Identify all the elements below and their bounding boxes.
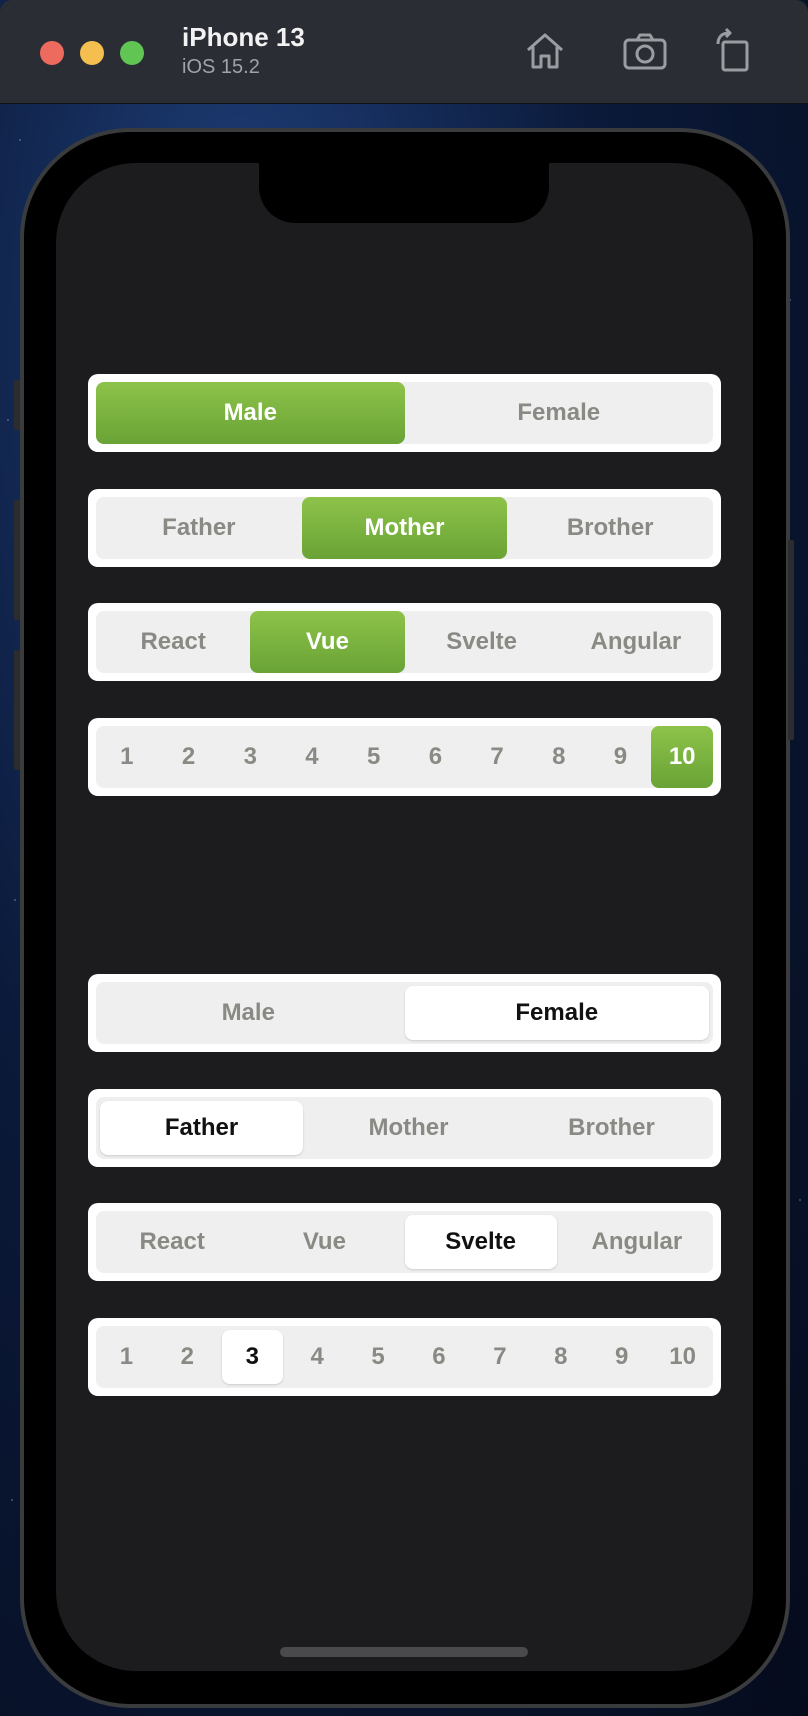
rotate-icon[interactable] bbox=[710, 26, 760, 76]
screenshot-icon[interactable] bbox=[620, 26, 670, 76]
family-segmented-control-white: Father Mother Brother bbox=[88, 1089, 721, 1167]
segment-option[interactable]: Female bbox=[405, 382, 714, 444]
volume-up-button bbox=[14, 500, 20, 620]
segment-option[interactable]: React bbox=[96, 611, 250, 673]
gender-segmented-control-green: Male Female bbox=[88, 374, 721, 452]
segment-option[interactable]: Brother bbox=[507, 497, 713, 559]
notch bbox=[259, 163, 549, 223]
zoom-window-button[interactable] bbox=[120, 41, 144, 65]
simulator-title-bar: iPhone 13 iOS 15.2 bbox=[0, 0, 808, 104]
number-segmented-control-green: 1 2 3 4 5 6 7 8 9 10 bbox=[88, 718, 721, 796]
minimize-window-button[interactable] bbox=[80, 41, 104, 65]
segment-option[interactable]: 8 bbox=[530, 1326, 591, 1388]
power-button bbox=[788, 540, 794, 740]
segment-option[interactable]: 5 bbox=[343, 726, 405, 788]
segment-option[interactable]: 7 bbox=[469, 1326, 530, 1388]
segment-option[interactable]: Male bbox=[96, 982, 401, 1044]
segment-option[interactable]: 2 bbox=[158, 726, 220, 788]
volume-down-button bbox=[14, 650, 20, 770]
number-segmented-control-white: 1 2 3 4 5 6 7 8 9 10 bbox=[88, 1318, 721, 1396]
segment-option[interactable]: React bbox=[96, 1211, 248, 1273]
close-window-button[interactable] bbox=[40, 41, 64, 65]
segment-option[interactable]: Svelte bbox=[405, 611, 559, 673]
segment-option[interactable]: Father bbox=[96, 497, 302, 559]
home-indicator[interactable] bbox=[280, 1647, 528, 1657]
segment-option[interactable]: Vue bbox=[248, 1211, 400, 1273]
silent-switch bbox=[14, 380, 20, 430]
segment-option[interactable]: Brother bbox=[510, 1097, 713, 1159]
home-icon[interactable] bbox=[520, 26, 570, 76]
segment-option[interactable]: Father bbox=[100, 1101, 303, 1155]
segment-option[interactable]: 2 bbox=[157, 1326, 218, 1388]
segment-option[interactable]: Male bbox=[96, 382, 405, 444]
segment-option[interactable]: 7 bbox=[466, 726, 528, 788]
segment-option[interactable]: Svelte bbox=[404, 1215, 557, 1269]
segment-option[interactable]: 4 bbox=[281, 726, 343, 788]
segment-option[interactable]: Angular bbox=[561, 1211, 713, 1273]
segment-option[interactable]: 6 bbox=[409, 1326, 470, 1388]
os-version: iOS 15.2 bbox=[182, 56, 260, 78]
segment-option[interactable]: Angular bbox=[559, 611, 713, 673]
segment-option[interactable]: 1 bbox=[96, 726, 158, 788]
segment-option[interactable]: 10 bbox=[652, 1326, 713, 1388]
segment-option[interactable]: 6 bbox=[405, 726, 467, 788]
segment-option[interactable]: 5 bbox=[348, 1326, 409, 1388]
segment-option[interactable]: 10 bbox=[651, 726, 714, 788]
segment-option[interactable]: 3 bbox=[219, 726, 281, 788]
gender-segmented-control-white: Male Female bbox=[88, 974, 721, 1052]
family-segmented-control-green: Father Mother Brother bbox=[88, 489, 721, 567]
segment-option[interactable]: Mother bbox=[307, 1097, 510, 1159]
segment-option[interactable]: 9 bbox=[590, 726, 652, 788]
segment-option[interactable]: 8 bbox=[528, 726, 590, 788]
framework-segmented-control-white: React Vue Svelte Angular bbox=[88, 1203, 721, 1281]
segment-option[interactable]: 3 bbox=[221, 1330, 283, 1384]
device-name: iPhone 13 bbox=[182, 22, 305, 52]
segment-option[interactable]: 9 bbox=[591, 1326, 652, 1388]
segment-option[interactable]: Mother bbox=[301, 497, 508, 559]
segment-option[interactable]: 4 bbox=[287, 1326, 348, 1388]
segment-option[interactable]: Vue bbox=[250, 611, 405, 673]
segment-option[interactable]: Female bbox=[404, 986, 709, 1040]
segment-option[interactable]: 1 bbox=[96, 1326, 157, 1388]
framework-segmented-control-green: React Vue Svelte Angular bbox=[88, 603, 721, 681]
